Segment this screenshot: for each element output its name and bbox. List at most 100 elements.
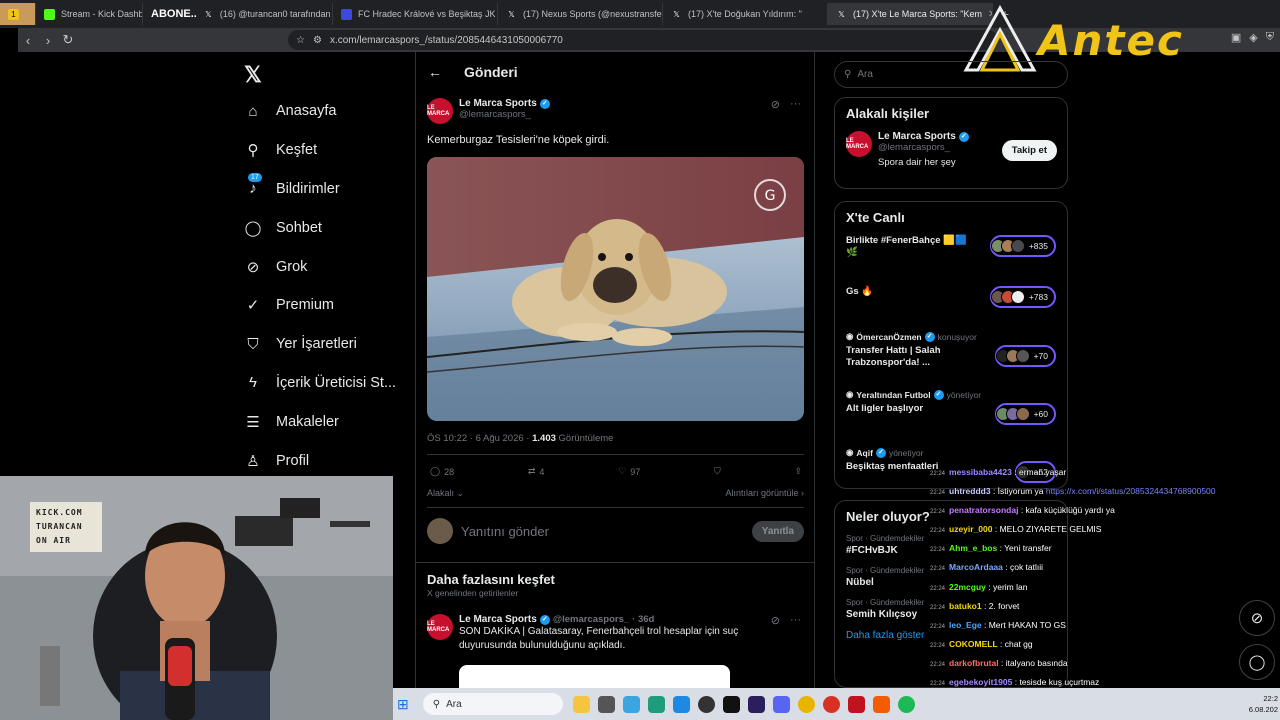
verified-icon: ✓	[958, 131, 969, 142]
browser-tab[interactable]: 1	[0, 3, 36, 25]
chat-username[interactable]: uzeyir_000	[949, 524, 992, 534]
chat-message: 22:24 MarcoArdaaa : çok tatlıii	[930, 559, 1280, 578]
live-space-item[interactable]: Birlikte #FenerBahçe 🟨🟦🌿 +835	[846, 235, 1056, 275]
reply-button[interactable]: ◯ 28	[430, 466, 454, 477]
reload-icon[interactable]: ↻	[58, 32, 78, 48]
author-name[interactable]: Le Marca Sports	[459, 614, 537, 625]
author-handle[interactable]: @lemarcaspors_	[553, 614, 629, 625]
like-button[interactable]: ♡ 97	[618, 466, 640, 477]
host-avatar-icon: ◉	[846, 331, 854, 341]
repost-button[interactable]: ⇄ 4	[528, 466, 545, 477]
browser-tab[interactable]: FC Hradec Králové vs Beşiktaş JK live	[333, 3, 498, 25]
repost-icon: ⇄	[527, 466, 536, 476]
avatar[interactable]: LE MARCA	[846, 131, 872, 157]
obs-icon[interactable]	[697, 695, 715, 713]
extension-icon[interactable]: ▣	[1231, 31, 1241, 44]
nav-item-articles[interactable]: ☰ Makaleler	[236, 402, 411, 441]
nav-item-grok[interactable]: ⊘ Grok	[236, 247, 411, 286]
search-input[interactable]: ⚲ Ara	[834, 61, 1068, 88]
grok-icon[interactable]: ⊘	[771, 614, 780, 627]
discord-icon[interactable]	[772, 695, 790, 713]
bell-icon: ♪ 17	[244, 172, 262, 198]
search-icon: ⚲	[844, 69, 852, 80]
share-button[interactable]: ⇪	[794, 466, 802, 477]
reply-filter-dropdown[interactable]: Alakalı ⌄	[427, 488, 464, 499]
bookmark-star-icon[interactable]: ☆	[296, 35, 305, 46]
tweet-time[interactable]: ÖS 10:22 · 6 Ağu 2026 ·	[427, 433, 532, 444]
chat-username[interactable]: darkofbrutal	[949, 658, 999, 668]
avatar[interactable]: LE MARCA	[427, 98, 453, 124]
browser-tab-active[interactable]: 𝕏 (17) X'te Le Marca Sports: "Kem ✕	[828, 3, 993, 25]
brave-icon[interactable]	[872, 695, 890, 713]
live-space-item[interactable]: ◉ ÖmercanÖzmen ✓ konuşuyor Transfer Hattı |…	[846, 331, 1056, 378]
view-quotes-link[interactable]: Alıntıları görüntüle ›	[725, 488, 804, 499]
taskbar-clock[interactable]: 22:2 6.08.202	[1249, 693, 1278, 715]
tweet-media[interactable]: G	[427, 157, 804, 421]
chat-message: 22:24 22mcguy : yerim lan	[930, 579, 1280, 598]
reply-input[interactable]: Yanıtını gönder	[461, 524, 744, 539]
browser-tab[interactable]: 𝕏 (17) Nexus Sports (@nexustransfer) /	[498, 3, 663, 25]
view-quotes-label: Alıntıları görüntüle	[725, 488, 799, 498]
windows-start-icon[interactable]: ⊞	[397, 696, 409, 713]
extension-icon[interactable]: ◈	[1249, 31, 1257, 44]
verified-icon: ✓	[539, 98, 550, 109]
explorer-icon[interactable]	[672, 695, 690, 713]
discover-tweet[interactable]: LE MARCA Le Marca Sports ✓ @lemarcaspors_…	[427, 614, 807, 653]
new-tab-icon[interactable]: +	[993, 6, 1017, 22]
browser-tab[interactable]: Stream - Kick Dashboard	[36, 3, 143, 25]
nav-item-home[interactable]: ⌂ Anasayfa	[236, 92, 411, 131]
chat-username[interactable]: batuko1	[949, 601, 982, 611]
chat-username[interactable]: leo_Ege	[949, 620, 982, 630]
back-icon[interactable]: ‹	[18, 33, 38, 48]
copilot-icon[interactable]	[622, 695, 640, 713]
nav-item-chat[interactable]: ◯ Sohbet	[236, 208, 411, 247]
app-icon[interactable]	[822, 695, 840, 713]
more-icon[interactable]: ···	[790, 98, 801, 111]
live-space-item[interactable]: ◉ Yeraltından Futbol ✓ yönetiyor Alt ligler…	[846, 389, 1056, 436]
site-info-icon[interactable]: ⚙	[313, 35, 322, 46]
shield-icon[interactable]: ⛨	[1266, 31, 1274, 44]
reply-submit-button[interactable]: Yanıtla	[751, 520, 804, 542]
chat-username[interactable]: 22mcguy	[949, 582, 986, 592]
chat-time: 22:24	[930, 566, 946, 573]
more-icon[interactable]: ···	[790, 614, 801, 627]
follow-button[interactable]: Takip et	[1001, 140, 1057, 161]
chat-link[interactable]: https://x.com/i/status/20853244347689005…	[1046, 486, 1216, 496]
capcut-icon[interactable]	[722, 695, 740, 713]
chrome-icon[interactable]	[797, 695, 815, 713]
nav-item-explore[interactable]: ⚲ Keşfet	[236, 131, 411, 170]
file-explorer-icon[interactable]	[572, 695, 590, 713]
nav-item-premium[interactable]: ✓ Premium	[236, 286, 411, 325]
forward-icon[interactable]: ›	[38, 33, 58, 48]
nav-item-bookmarks[interactable]: ⛉ Yer İşaretleri	[236, 325, 411, 364]
chat-username[interactable]: uhtreddd3	[949, 486, 991, 496]
address-bar[interactable]: ☆ ⚙ x.com/lemarcaspors_/status/208544643…	[288, 30, 998, 50]
back-arrow-icon[interactable]: ←	[428, 64, 442, 80]
chat-username[interactable]: penatratorsondaj	[949, 505, 1018, 515]
chat-username[interactable]: Ahm_e_bos	[949, 543, 997, 553]
browser-toolbar: ‹ › ↻ ☆ ⚙ x.com/lemarcaspors_/status/208…	[18, 28, 1280, 52]
taskbar-search[interactable]: ⚲ Ara	[422, 693, 563, 715]
spotify-icon[interactable]	[897, 695, 915, 713]
x-logo-icon[interactable]: 𝕏	[244, 62, 262, 88]
author-handle[interactable]: @lemarcaspors_	[459, 109, 550, 120]
chat-username[interactable]: egebekoyit1905	[949, 677, 1012, 687]
chat-separator: :	[981, 619, 989, 630]
browser-tab[interactable]: ABONE.. 𝕏 (16) @turancan0 tarafından ol …	[143, 3, 333, 25]
app-icon[interactable]	[847, 695, 865, 713]
author-name[interactable]: Le Marca Sports	[459, 98, 537, 109]
chat-username[interactable]: MarcoArdaaa	[949, 562, 1003, 572]
avatar[interactable]: LE MARCA	[427, 614, 453, 640]
chat-username[interactable]: messibaba4423	[949, 467, 1012, 477]
bookmark-button[interactable]: ⛉	[714, 466, 721, 477]
browser-tab[interactable]: 𝕏 (17) X'te Doğukan Yıldırım: "	[663, 3, 828, 25]
chat-username[interactable]: COKOMELL	[949, 639, 998, 649]
store-icon[interactable]	[597, 695, 615, 713]
nav-item-creator-studio[interactable]: ϟ İçerik Üreticisi St...	[236, 364, 411, 403]
edge-icon[interactable]	[647, 695, 665, 713]
nav-item-notifications[interactable]: ♪ 17 Bildirimler	[236, 170, 411, 209]
live-space-item[interactable]: Gs 🔥 +783	[846, 286, 1056, 320]
nav-item-profile[interactable]: ♙ Profil	[236, 441, 411, 480]
grok-icon[interactable]: ⊘	[771, 98, 780, 111]
premiere-icon[interactable]	[747, 695, 765, 713]
